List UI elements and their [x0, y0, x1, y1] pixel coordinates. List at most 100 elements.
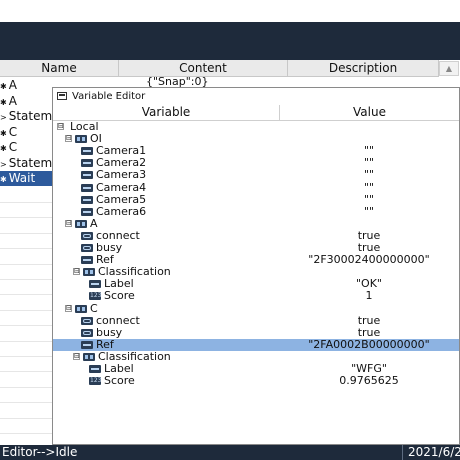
tree-row[interactable]: connect true: [53, 313, 459, 327]
struct-icon: [75, 219, 87, 228]
variable-value[interactable]: 1: [279, 290, 459, 302]
expand-arrow-icon: >: [0, 159, 7, 169]
collapse-toggle-icon[interactable]: ⊟: [65, 219, 72, 227]
string-icon: [81, 147, 93, 156]
number-icon: [89, 377, 101, 386]
table-row-label: A: [8, 93, 17, 108]
collapse-toggle-icon[interactable]: ⊟: [65, 135, 72, 143]
variable-value[interactable]: "": [279, 181, 459, 194]
collapse-toggle-icon[interactable]: ⊟: [73, 268, 80, 276]
tree-row[interactable]: Camera4 "": [53, 180, 459, 194]
collapse-toggle-icon[interactable]: ⊟: [65, 304, 72, 312]
grid-line: [0, 356, 52, 357]
variable-name: Camera3: [96, 168, 147, 182]
variable-editor-dialog: Variable Editor Variable Value ⊟ Local ⊟ OI…: [52, 87, 460, 445]
table-row-label: A: [8, 78, 17, 92]
boolean-icon: [81, 328, 93, 337]
tree-row[interactable]: Ref "2FA0002B00000000": [53, 338, 459, 351]
tree-row[interactable]: ⊟ A: [53, 216, 459, 230]
grid-line: [0, 371, 52, 373]
grid-line: [0, 417, 52, 419]
table-row-label: C: [8, 124, 18, 139]
grid-line: [0, 309, 52, 311]
tree-row[interactable]: Camera3 "": [53, 169, 459, 181]
scroll-up-button[interactable]: ▲: [439, 61, 459, 76]
string-icon: [81, 195, 93, 204]
grid-line: [0, 386, 52, 388]
tree-row[interactable]: Camera6 "": [53, 204, 459, 218]
column-header-value[interactable]: Value: [280, 105, 459, 120]
dialog-title-bar[interactable]: Variable Editor: [53, 88, 459, 105]
step-marker-icon: ✱: [0, 82, 7, 91]
struct-icon: [75, 135, 87, 144]
variable-name: busy: [96, 325, 123, 339]
variable-name: Score: [104, 289, 135, 303]
table-row[interactable]: > Statem: [0, 156, 52, 171]
variable-value[interactable]: "": [279, 193, 459, 206]
number-icon: [89, 292, 101, 301]
status-date: 2021/6/2: [408, 445, 460, 459]
tree-row[interactable]: Score 0.9765625: [53, 375, 459, 387]
dialog-title: Variable Editor: [72, 91, 146, 102]
variable-value[interactable]: "": [279, 169, 459, 181]
variable-name: Camera5: [96, 192, 147, 206]
variable-value[interactable]: true: [279, 314, 459, 327]
tree-row[interactable]: busy true: [53, 325, 459, 339]
table-row[interactable]: > Statem: [0, 109, 52, 124]
column-header-description[interactable]: Description: [288, 60, 439, 77]
variable-name: A: [90, 216, 98, 230]
collapse-toggle-icon[interactable]: ⊟: [57, 123, 64, 130]
variable-name: Camera6: [96, 204, 147, 218]
tree-row[interactable]: Score 1: [53, 290, 459, 302]
table-row[interactable]: ✱ A: [0, 78, 52, 93]
grid-line: [0, 232, 52, 234]
variable-value[interactable]: "2F30002400000000": [279, 254, 459, 266]
table-row-label: Statem: [8, 155, 52, 170]
variable-value[interactable]: "": [279, 205, 459, 218]
table-row[interactable]: ✱ Wait: [0, 171, 52, 186]
column-header-name[interactable]: Name: [0, 60, 119, 77]
status-divider: [402, 445, 403, 460]
boolean-icon: [81, 231, 93, 240]
grid-line: [0, 433, 52, 434]
variable-name: Camera4: [96, 180, 147, 194]
table-row[interactable]: ✱ A: [0, 94, 52, 109]
table-row[interactable]: ✱ C: [0, 125, 52, 140]
step-marker-icon: ✱: [0, 175, 7, 184]
variable-name: connect: [96, 313, 140, 327]
struct-icon: [83, 352, 95, 361]
collapse-toggle-icon[interactable]: ⊟: [73, 352, 80, 360]
grid-line: [0, 340, 52, 342]
tree-row[interactable]: ⊟ Local: [53, 121, 459, 133]
step-marker-icon: ✱: [0, 97, 7, 107]
step-marker-icon: ✱: [0, 128, 7, 138]
variable-name: C: [90, 301, 98, 315]
column-header-variable[interactable]: Variable: [53, 105, 279, 120]
grid-line: [0, 202, 52, 203]
grid-line: [0, 217, 52, 219]
struct-icon: [83, 268, 95, 277]
string-icon: [81, 207, 93, 216]
variable-value[interactable]: 0.9765625: [279, 375, 459, 387]
string-icon: [81, 183, 93, 192]
grid-line: [0, 248, 52, 250]
boolean-icon: [81, 244, 93, 252]
grid-line: [0, 294, 52, 296]
variable-value[interactable]: "2FA0002B00000000": [279, 338, 459, 351]
string-icon: [89, 365, 101, 373]
window-icon: [57, 92, 67, 100]
variable-name: Score: [104, 374, 135, 388]
string-icon: [81, 159, 93, 168]
variable-value[interactable]: true: [279, 326, 459, 339]
string-icon: [81, 340, 93, 349]
boolean-icon: [81, 316, 93, 325]
app-header-bar: [0, 22, 460, 60]
table-row-label: Statem: [8, 109, 52, 123]
expand-arrow-icon: >: [0, 113, 7, 122]
tree-column-header: Variable Value: [53, 105, 459, 121]
grid-line: [0, 325, 52, 327]
table-row-label: Wait: [8, 171, 36, 185]
table-row[interactable]: ✱ C: [0, 140, 52, 155]
tree-row[interactable]: Camera5 "": [53, 192, 459, 206]
tree-row[interactable]: ⊟ C: [53, 301, 459, 315]
